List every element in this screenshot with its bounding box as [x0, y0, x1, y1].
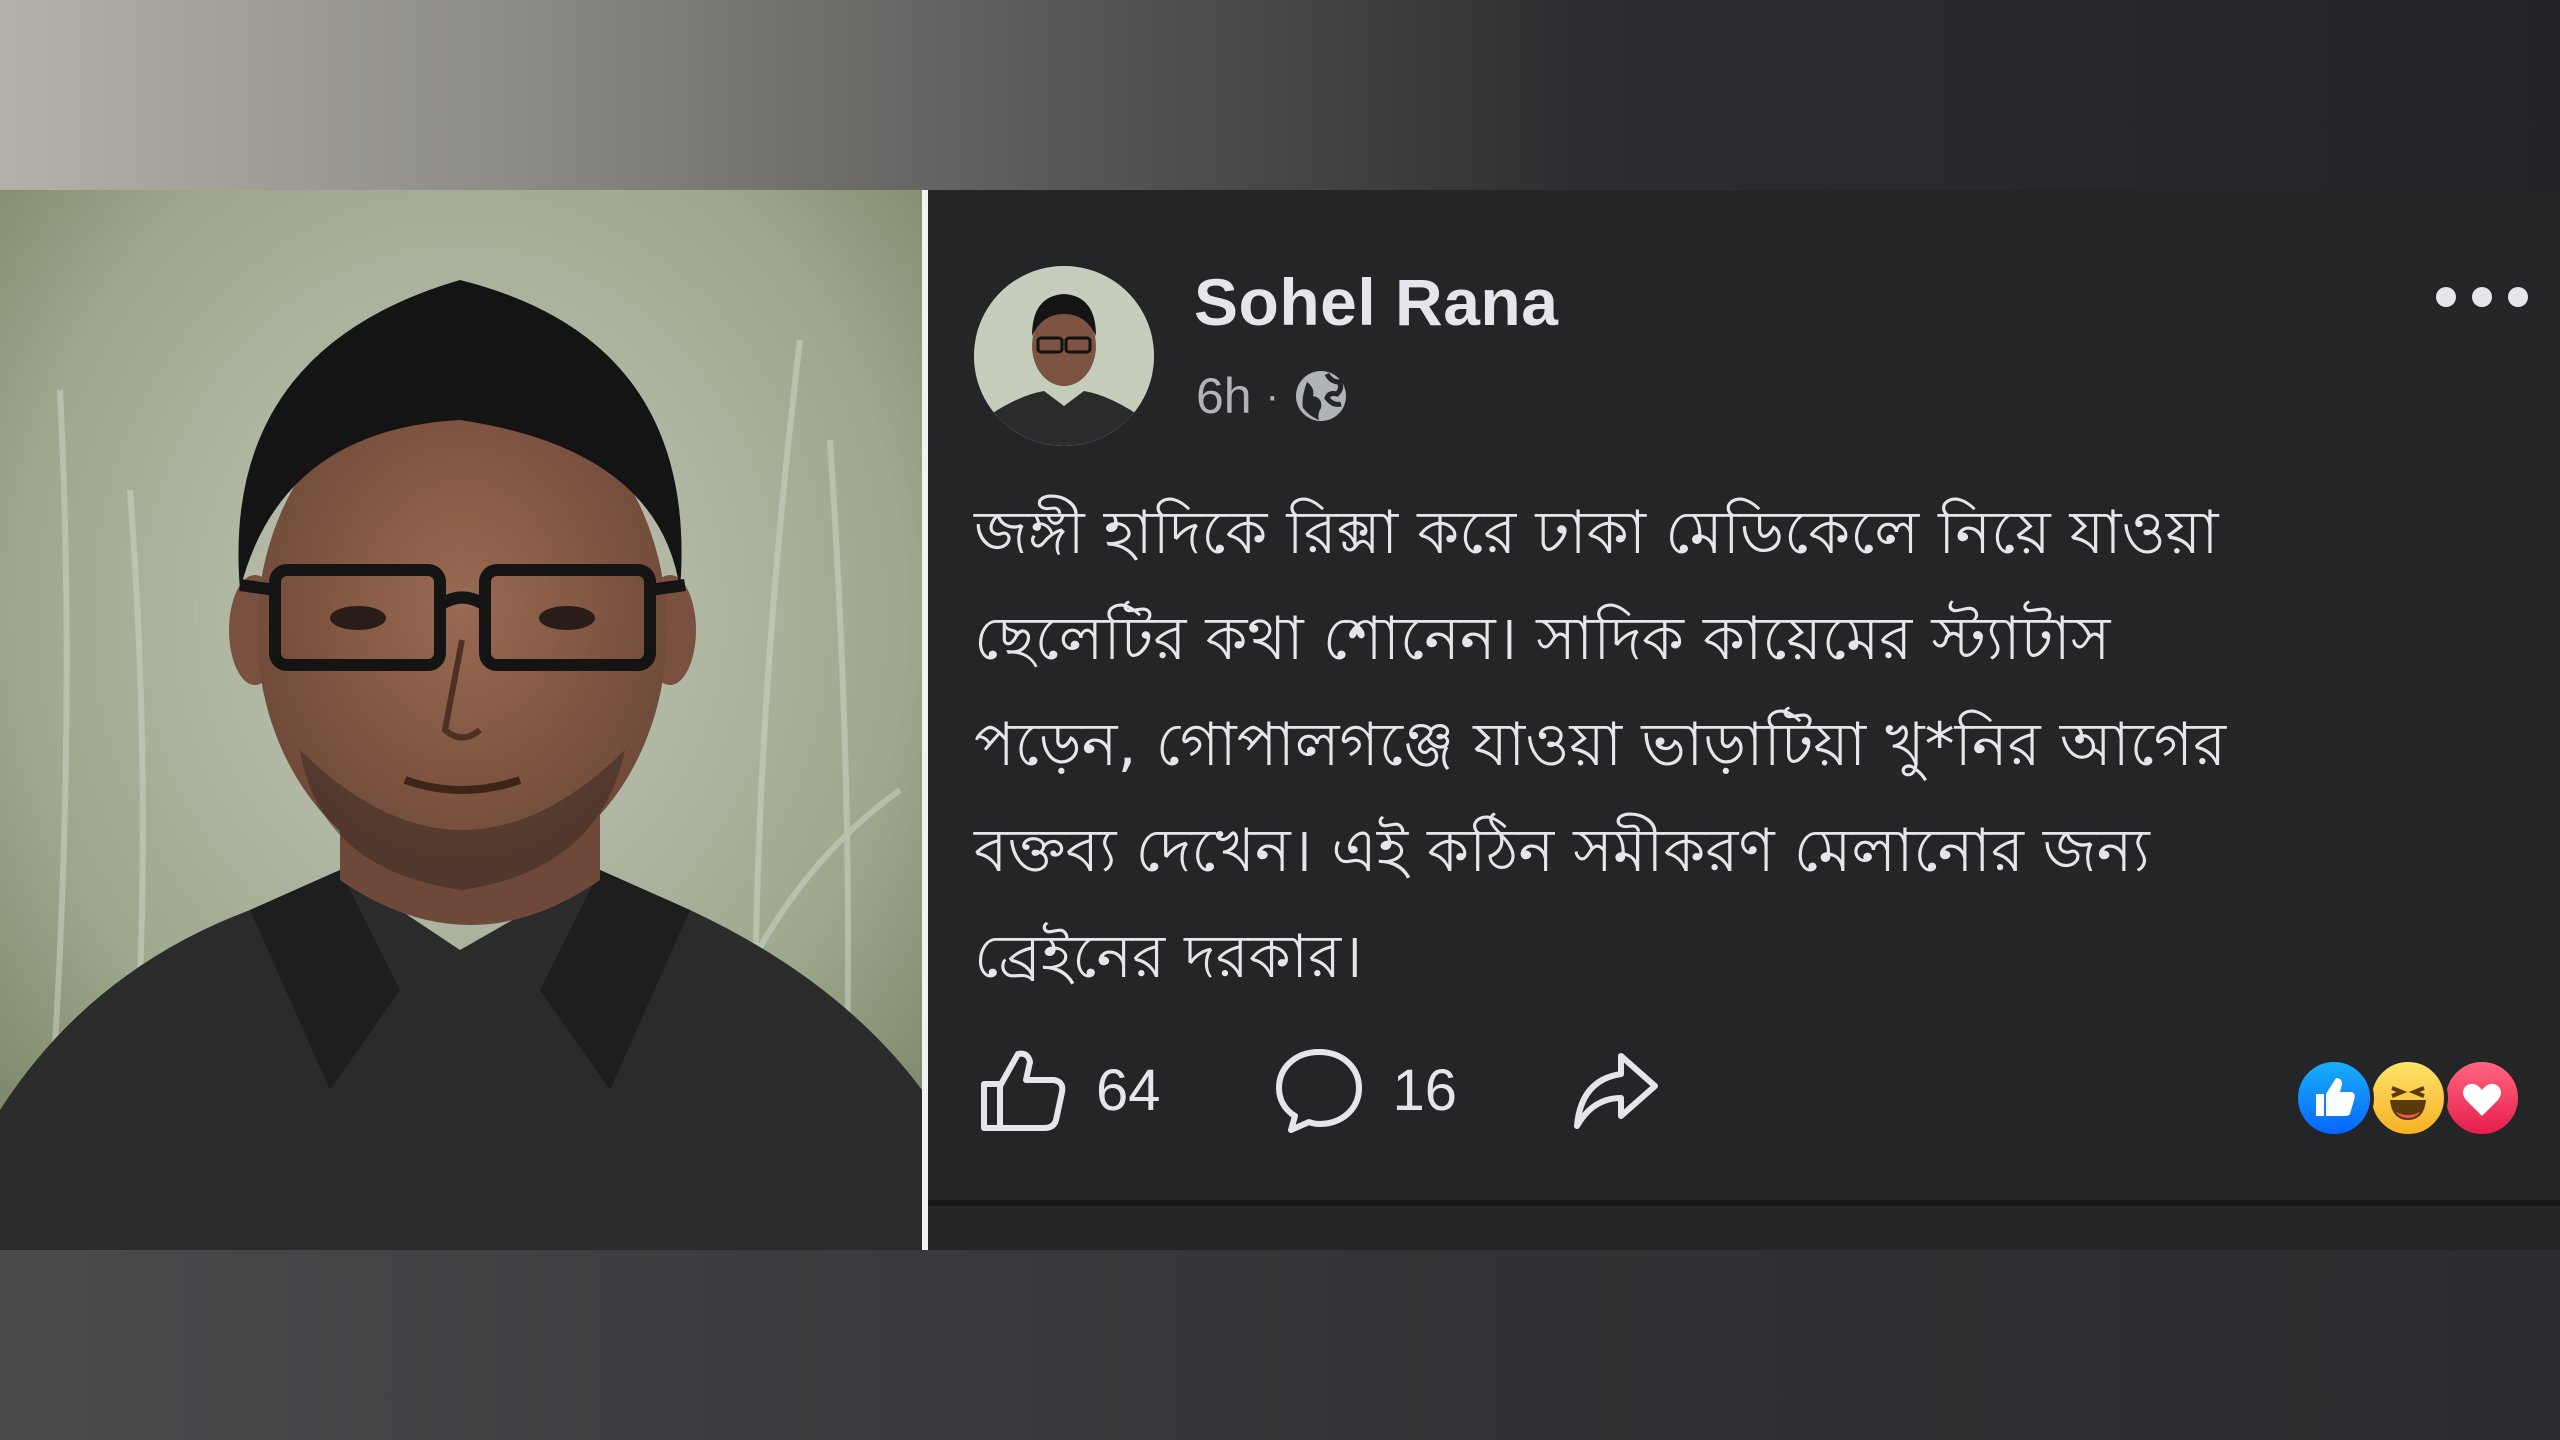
- comment-bubble-icon: [1275, 1049, 1362, 1133]
- like-reaction-icon: [2294, 1058, 2374, 1138]
- reaction-summary[interactable]: [2294, 1058, 2524, 1138]
- like-count: 64: [1096, 1057, 1161, 1123]
- blurred-background-top: [0, 0, 2560, 190]
- comment-button[interactable]: 16: [1271, 1042, 1458, 1138]
- globe-icon[interactable]: [1293, 368, 1349, 424]
- share-icon: [1574, 1053, 1659, 1129]
- love-reaction-icon: [2442, 1058, 2522, 1138]
- blurred-background-bottom: [0, 1250, 2560, 1440]
- screenshot-frame: Sohel Rana 6h · জঙ্গী হাদিকে রিক্সা করে …: [0, 0, 2560, 1440]
- comment-count: 16: [1392, 1057, 1458, 1123]
- avatar[interactable]: [974, 266, 1154, 446]
- more-dot: [2508, 287, 2528, 307]
- meta-separator: ·: [1265, 373, 1279, 418]
- more-dot: [2472, 287, 2492, 307]
- facebook-post-card: Sohel Rana 6h · জঙ্গী হাদিকে রিক্সা করে …: [928, 190, 2560, 1250]
- post-timestamp[interactable]: 6h: [1196, 367, 1252, 425]
- post-meta: 6h ·: [1196, 366, 1349, 426]
- thumbs-up-icon: [981, 1050, 1066, 1131]
- haha-reaction-icon: [2368, 1058, 2448, 1138]
- post-text-line: বক্তব্য দেখেন। এই কঠিন সমীকরণ মেলানোর জন…: [974, 816, 2150, 886]
- more-options-icon[interactable]: [2436, 282, 2528, 312]
- author-name[interactable]: Sohel Rana: [1194, 264, 1558, 340]
- post-text-line: পড়েন, গোপালগঞ্জে যাওয়া ভাড়াটিয়া খু*ন…: [974, 710, 2227, 780]
- post-text-line: ছেলেটির কথা শোনেন। সাদিক কায়েমের স্ট্যা…: [974, 604, 2111, 674]
- post-text-line: ব্রেইনের দরকার।: [974, 922, 1363, 992]
- post-actions: 64 16: [974, 1040, 1773, 1140]
- post-body: জঙ্গী হাদিকে রিক্সা করে ঢাকা মেডিকেলে নি…: [974, 480, 2534, 1010]
- card-bottom-divider: [928, 1200, 2560, 1206]
- post-text-line: জঙ্গী হাদিকে রিক্সা করে ঢাকা মেডিকেলে নি…: [974, 498, 2219, 568]
- like-button[interactable]: 64: [974, 1042, 1161, 1138]
- portrait-photo: [0, 190, 922, 1250]
- share-button[interactable]: [1567, 1042, 1663, 1138]
- more-dot: [2436, 287, 2456, 307]
